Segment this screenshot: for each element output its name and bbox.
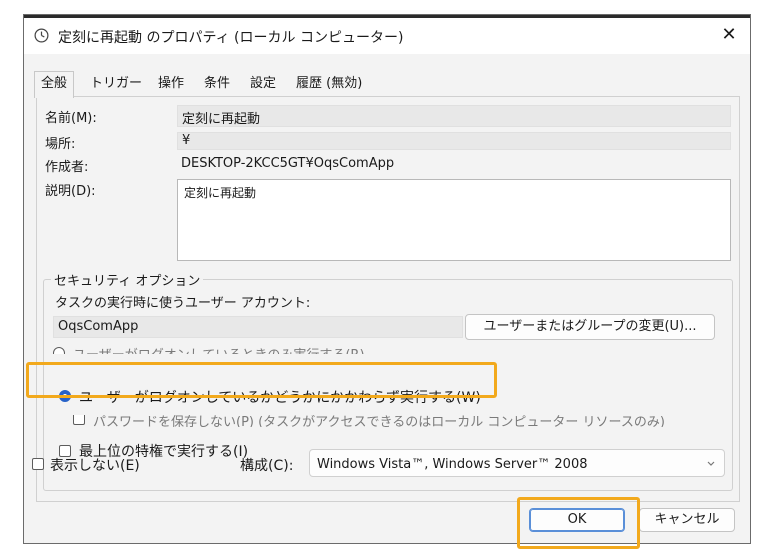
configure-label: 構成(C): — [240, 458, 294, 474]
highlight-ok-callout — [517, 497, 640, 549]
description-field[interactable]: 定刻に再起動 — [177, 179, 731, 261]
no-store-password-label: パスワードを保存しない(P) (タスクがアクセスできるのはローカル コンピュータ… — [93, 415, 665, 427]
tab-triggers[interactable]: トリガー — [84, 74, 148, 94]
radio-logged-on-label: ユーザーがログオンしているときのみ実行する(R) — [73, 344, 365, 354]
author-value: DESKTOP-2KCC5GT¥OqsComApp — [181, 156, 395, 171]
clock-icon — [34, 28, 49, 43]
configure-dropdown[interactable]: Windows Vista™, Windows Server™ 2008 — [309, 449, 725, 477]
author-label: 作成者: — [45, 160, 89, 175]
configure-value: Windows Vista™, Windows Server™ 2008 — [317, 457, 588, 472]
hidden-checkbox[interactable] — [32, 458, 44, 470]
location-label: 場所: — [45, 137, 76, 152]
tab-general[interactable]: 全般 — [34, 71, 75, 98]
tab-settings[interactable]: 設定 — [244, 74, 282, 94]
description-label: 説明(D): — [45, 184, 96, 199]
no-store-password-row[interactable]: パスワードを保存しない(P) (タスクがアクセスできるのはローカル コンピュータ… — [73, 415, 713, 427]
radio-logged-on[interactable] — [53, 347, 65, 354]
name-value: 定刻に再起動 — [182, 112, 261, 127]
tab-actions[interactable]: 操作 — [152, 74, 190, 94]
description-value: 定刻に再起動 — [184, 186, 257, 200]
window-title: 定刻に再起動 のプロパティ (ローカル コンピューター) — [58, 30, 404, 46]
radio-logged-on-row[interactable]: ユーザーがログオンしているときのみ実行する(R) — [53, 344, 713, 354]
tab-history[interactable]: 履歴 (無効) — [290, 74, 368, 94]
security-group-title: セキュリティ オプション — [51, 270, 204, 289]
close-button[interactable]: ✕ — [708, 18, 750, 54]
properties-dialog: 定刻に再起動 のプロパティ (ローカル コンピューター) ✕ 全般 トリガー 操… — [23, 14, 751, 544]
hidden-label: 表示しない(E) — [50, 458, 140, 474]
close-icon: ✕ — [721, 24, 737, 45]
name-field[interactable]: 定刻に再起動 — [177, 105, 731, 127]
general-panel: 名前(M): 定刻に再起動 場所: ¥ 作成者: DESKTOP-2KCC5GT… — [36, 96, 740, 502]
no-store-password-checkbox[interactable] — [73, 415, 85, 425]
account-prompt: タスクの実行時に使うユーザー アカウント: — [55, 296, 311, 311]
location-field: ¥ — [177, 132, 731, 150]
location-value: ¥ — [182, 133, 191, 148]
title-bar: 定刻に再起動 のプロパティ (ローカル コンピューター) ✕ — [24, 18, 750, 54]
name-label: 名前(M): — [45, 111, 97, 126]
change-user-button[interactable]: ユーザーまたはグループの変更(U)... — [465, 314, 715, 340]
cancel-button[interactable]: キャンセル — [639, 508, 735, 532]
account-field: OqsComApp — [53, 316, 463, 338]
account-value: OqsComApp — [58, 319, 139, 334]
highlight-radio-callout — [26, 362, 497, 398]
tab-conditions[interactable]: 条件 — [198, 74, 236, 94]
chevron-down-icon — [707, 461, 715, 466]
